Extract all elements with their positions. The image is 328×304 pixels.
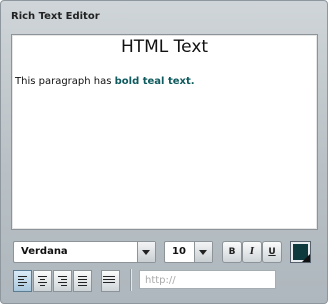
align-right-icon xyxy=(58,276,67,286)
chevron-down-icon[interactable] xyxy=(137,242,155,262)
font-family-select[interactable]: Verdana xyxy=(13,241,156,263)
align-right-button[interactable] xyxy=(53,270,72,292)
editor-heading: HTML Text xyxy=(120,37,209,57)
font-size-select[interactable]: 10 xyxy=(164,241,213,263)
font-family-value: Verdana xyxy=(21,246,68,257)
underline-button[interactable]: U xyxy=(262,241,282,263)
text-color-picker[interactable] xyxy=(290,241,311,263)
align-justify-button[interactable] xyxy=(73,270,92,292)
editor-paragraph: This paragraph has bold teal text. xyxy=(15,76,195,87)
chevron-down-icon[interactable] xyxy=(194,242,212,262)
bold-button[interactable]: B xyxy=(222,241,242,263)
italic-button[interactable]: I xyxy=(242,241,262,263)
align-justify-icon xyxy=(78,276,87,286)
align-left-button[interactable] xyxy=(13,270,32,292)
bullet-list-icon xyxy=(106,276,115,286)
paragraph-text: This paragraph has xyxy=(15,76,115,87)
align-center-button[interactable] xyxy=(33,270,52,292)
dropdown-corner-icon xyxy=(302,254,310,262)
panel-title: Rich Text Editor xyxy=(11,11,100,22)
rich-text-editor-panel: Rich Text Editor HTML Text This paragrap… xyxy=(0,0,328,304)
paragraph-bold-text: bold teal text. xyxy=(114,76,195,87)
link-url-input[interactable]: http:// xyxy=(139,270,276,289)
align-center-icon xyxy=(38,276,47,286)
editor-area[interactable]: HTML Text This paragraph has bold teal t… xyxy=(11,34,318,230)
font-size-value: 10 xyxy=(172,246,186,257)
toolbar-separator xyxy=(130,269,131,291)
align-left-icon xyxy=(18,276,27,286)
bullet-list-button[interactable] xyxy=(101,270,120,292)
